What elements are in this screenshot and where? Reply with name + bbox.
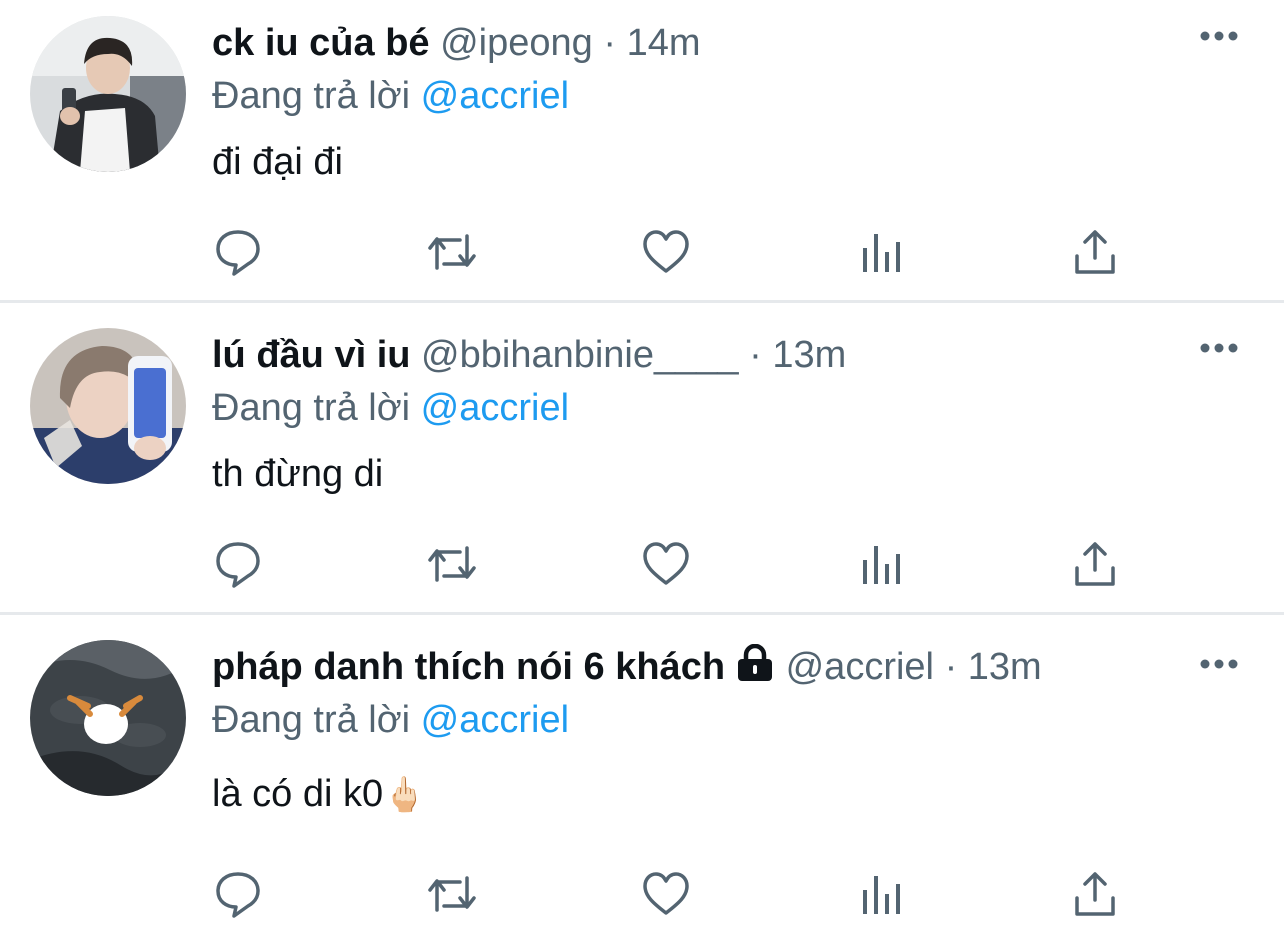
- reply-icon[interactable]: [214, 538, 262, 595]
- share-icon[interactable]: [1072, 868, 1118, 925]
- reply-mention-link[interactable]: @accriel: [421, 75, 569, 117]
- tweet-text: đi đại đi: [212, 139, 1244, 185]
- retweet-icon[interactable]: [424, 868, 480, 925]
- timestamp[interactable]: 14m: [627, 22, 701, 64]
- separator-dot: ·: [944, 646, 958, 688]
- tweet-header: pháp danh thích nói 6 khách @accriel · 1…: [212, 643, 1244, 693]
- avatar[interactable]: [30, 640, 186, 796]
- separator-dot: ·: [603, 22, 617, 64]
- more-icon[interactable]: [1200, 340, 1238, 358]
- emoji: 🖕🏻: [383, 776, 426, 814]
- more-icon[interactable]: [1200, 28, 1238, 46]
- tweet-text-content: th đừng di: [212, 453, 384, 495]
- username[interactable]: @bbihanbinie____: [421, 334, 739, 376]
- action-bar: [0, 538, 1284, 594]
- lock-icon: [735, 643, 775, 693]
- tweet-1[interactable]: ck iu của bé @ipeong · 14m Đang trả lời …: [0, 0, 1284, 300]
- tweet-text: là có di k0🖕🏻: [212, 771, 1244, 818]
- tweet-text-content: là có di k0: [212, 773, 384, 815]
- display-name[interactable]: pháp danh thích nói 6 khách: [212, 646, 725, 688]
- timestamp[interactable]: 13m: [772, 334, 846, 376]
- more-icon[interactable]: [1200, 656, 1238, 674]
- reply-prefix: Đang trả lời: [212, 387, 411, 429]
- action-bar: [0, 226, 1284, 282]
- tweet-divider: [0, 300, 1284, 303]
- analytics-icon[interactable]: [860, 868, 904, 925]
- analytics-icon[interactable]: [860, 538, 904, 595]
- tweet-header: ck iu của bé @ipeong · 14m: [212, 20, 1244, 66]
- avatar[interactable]: [30, 328, 186, 484]
- separator-dot: ·: [749, 334, 762, 376]
- display-name[interactable]: lú đầu vì iu: [212, 334, 410, 376]
- retweet-icon[interactable]: [424, 538, 480, 595]
- username[interactable]: @ipeong: [440, 22, 593, 64]
- reply-mention-link[interactable]: @accriel: [421, 699, 569, 741]
- reply-icon[interactable]: [214, 226, 262, 283]
- reply-prefix: Đang trả lời: [212, 699, 411, 741]
- like-icon[interactable]: [641, 538, 691, 595]
- username[interactable]: @accriel: [786, 646, 934, 688]
- action-bar: [0, 868, 1284, 924]
- share-icon[interactable]: [1072, 226, 1118, 283]
- replying-to: Đang trả lời @accriel: [212, 73, 1244, 119]
- timestamp[interactable]: 13m: [968, 646, 1042, 688]
- reply-icon[interactable]: [214, 868, 262, 925]
- display-name[interactable]: ck iu của bé: [212, 22, 430, 64]
- reply-mention-link[interactable]: @accriel: [421, 387, 569, 429]
- like-icon[interactable]: [641, 226, 691, 283]
- tweet-2[interactable]: lú đầu vì iu @bbihanbinie____ · 13m Đang…: [0, 312, 1284, 612]
- tweet-header: lú đầu vì iu @bbihanbinie____ · 13m: [212, 332, 1244, 378]
- replying-to: Đang trả lời @accriel: [212, 697, 1244, 743]
- share-icon[interactable]: [1072, 538, 1118, 595]
- tweet-3[interactable]: pháp danh thích nói 6 khách @accriel · 1…: [0, 624, 1284, 938]
- retweet-icon[interactable]: [424, 226, 480, 283]
- like-icon[interactable]: [641, 868, 691, 925]
- avatar[interactable]: [30, 16, 186, 172]
- analytics-icon[interactable]: [860, 226, 904, 283]
- tweet-text: th đừng di: [212, 451, 1244, 497]
- replying-to: Đang trả lời @accriel: [212, 385, 1244, 431]
- tweet-divider: [0, 612, 1284, 615]
- tweet-text-content: đi đại đi: [212, 141, 343, 183]
- reply-prefix: Đang trả lời: [212, 75, 411, 117]
